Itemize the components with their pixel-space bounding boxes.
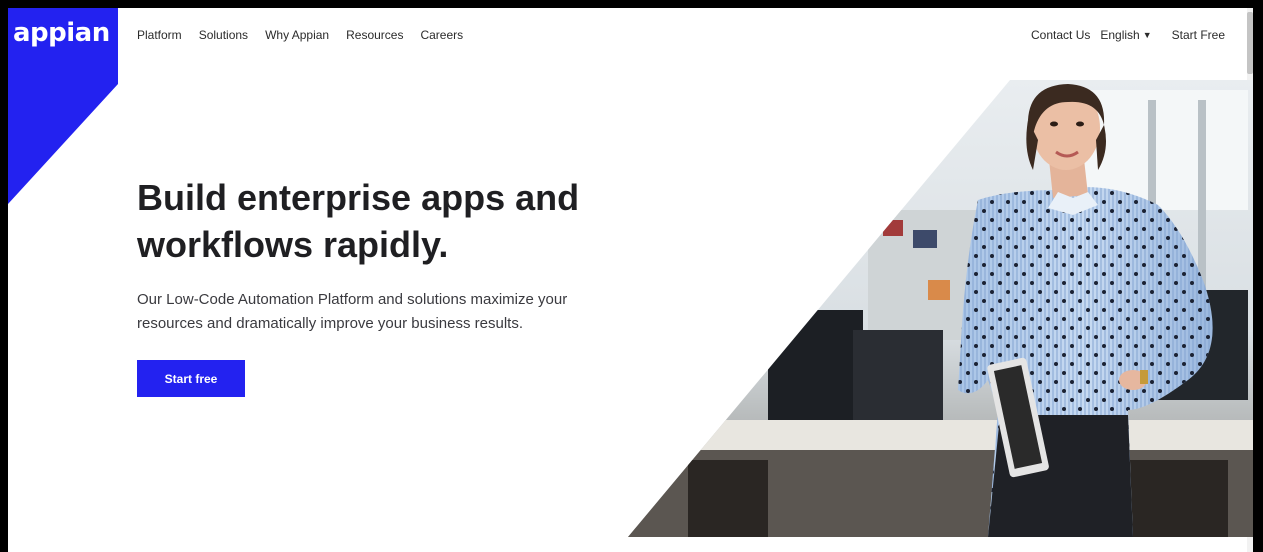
contact-us-link[interactable]: Contact Us — [1031, 28, 1090, 42]
hero-subtitle-line-2: resources and dramatically improve your … — [137, 315, 523, 332]
hero-subtitle-line-1: Our Low-Code Automation Platform and sol… — [137, 291, 568, 308]
browser-viewport: appian Platform Solutions Why Appian Res… — [8, 8, 1253, 552]
hero-title-line-1: Build enterprise apps and — [137, 177, 580, 218]
utility-nav: Contact Us English ▼ Start Free — [1031, 28, 1225, 42]
nav-solutions[interactable]: Solutions — [199, 28, 248, 42]
caret-down-icon: ▼ — [1142, 30, 1152, 40]
language-selector[interactable]: English ▼ — [1100, 28, 1151, 42]
hero-subtitle: Our Low-Code Automation Platform and sol… — [137, 288, 637, 336]
start-free-link[interactable]: Start Free — [1172, 28, 1225, 42]
hero-title: Build enterprise apps and workflows rapi… — [137, 174, 657, 268]
primary-nav: Platform Solutions Why Appian Resources … — [137, 28, 463, 42]
nav-why-appian[interactable]: Why Appian — [265, 28, 329, 42]
scrollbar-thumb[interactable] — [1247, 12, 1253, 74]
hero-title-line-2: workflows rapidly. — [137, 224, 449, 265]
nav-careers[interactable]: Careers — [420, 28, 463, 42]
language-label: English — [1100, 28, 1140, 42]
appian-logo[interactable]: appian — [13, 18, 110, 48]
nav-resources[interactable]: Resources — [346, 28, 403, 42]
hero-photo-woman-with-tablet — [628, 80, 1253, 537]
start-free-button[interactable]: Start free — [137, 360, 245, 397]
nav-platform[interactable]: Platform — [137, 28, 182, 42]
